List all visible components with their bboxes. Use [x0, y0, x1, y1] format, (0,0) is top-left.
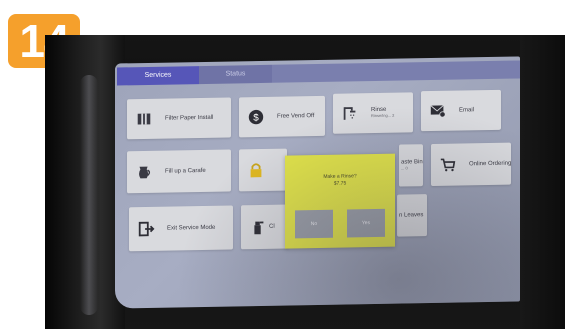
exit-service-mode-button[interactable]: Exit Service Mode	[129, 205, 233, 252]
bezel-glare	[80, 75, 98, 315]
rinse-label: Rinse Rinse/ing... 2	[371, 107, 394, 119]
fill-carafe-button[interactable]: Fill up a Carafe	[127, 149, 231, 194]
kiosk-photo: Services Status Filter Paper Install $ F…	[45, 35, 565, 329]
tab-bar-filler	[272, 60, 520, 83]
carafe-icon	[139, 166, 151, 179]
free-vend-button[interactable]: $ Free Vend Off	[239, 95, 325, 138]
touch-screen: Services Status Filter Paper Install $ F…	[115, 56, 520, 309]
shopping-cart-icon	[440, 158, 456, 172]
waste-bin-subtitle: ... 0	[401, 165, 408, 171]
dialog-price: $7.75	[333, 179, 347, 187]
tab-bar: Services Status	[117, 60, 520, 86]
screen-bezel-right	[520, 35, 565, 329]
dialog-message: Make a Rinse? $7.75	[285, 173, 395, 188]
rinse-button[interactable]: Rinse Rinse/ing... 2	[333, 92, 413, 134]
filter-paper-install-button[interactable]: Filter Paper Install	[127, 97, 231, 140]
confirm-rinse-dialog: Make a Rinse? $7.75 No Yes	[285, 153, 395, 249]
free-vend-label: Free Vend Off	[277, 112, 315, 120]
filter-paper-label: Filter Paper Install	[165, 114, 214, 122]
leaves-button[interactable]: n Leaves	[397, 194, 427, 237]
leaves-label: n Leaves	[399, 211, 424, 219]
email-label: Email	[459, 106, 475, 114]
rinse-subtitle: Rinse/ing... 2	[371, 112, 395, 119]
clean-label: Cl	[269, 223, 275, 230]
waste-bin-button[interactable]: aste Bin... 0	[399, 144, 423, 187]
dollar-coin-icon: $	[248, 109, 264, 125]
clean-button[interactable]: Cl	[241, 204, 289, 250]
spray-bottle-icon	[254, 221, 264, 235]
filter-paper-icon	[137, 113, 151, 125]
exit-door-icon	[138, 221, 155, 237]
lock-icon	[250, 163, 262, 178]
waste-bin-label: aste Bin... 0	[401, 159, 423, 171]
shower-icon	[343, 107, 356, 120]
yes-button[interactable]: Yes	[347, 208, 385, 238]
email-button[interactable]: Email	[421, 89, 501, 132]
email-settings-icon	[430, 105, 446, 118]
svg-text:$: $	[253, 113, 259, 124]
tab-services[interactable]: Services	[117, 66, 199, 86]
lock-button[interactable]	[239, 148, 287, 192]
online-ordering-label: Online Ordering	[469, 160, 512, 167]
no-button[interactable]: No	[295, 209, 333, 239]
online-ordering-button[interactable]: Online Ordering	[431, 142, 512, 187]
exit-service-mode-label: Exit Service Mode	[167, 224, 216, 232]
tab-status[interactable]: Status	[199, 64, 272, 85]
fill-carafe-label: Fill up a Carafe	[165, 167, 206, 175]
